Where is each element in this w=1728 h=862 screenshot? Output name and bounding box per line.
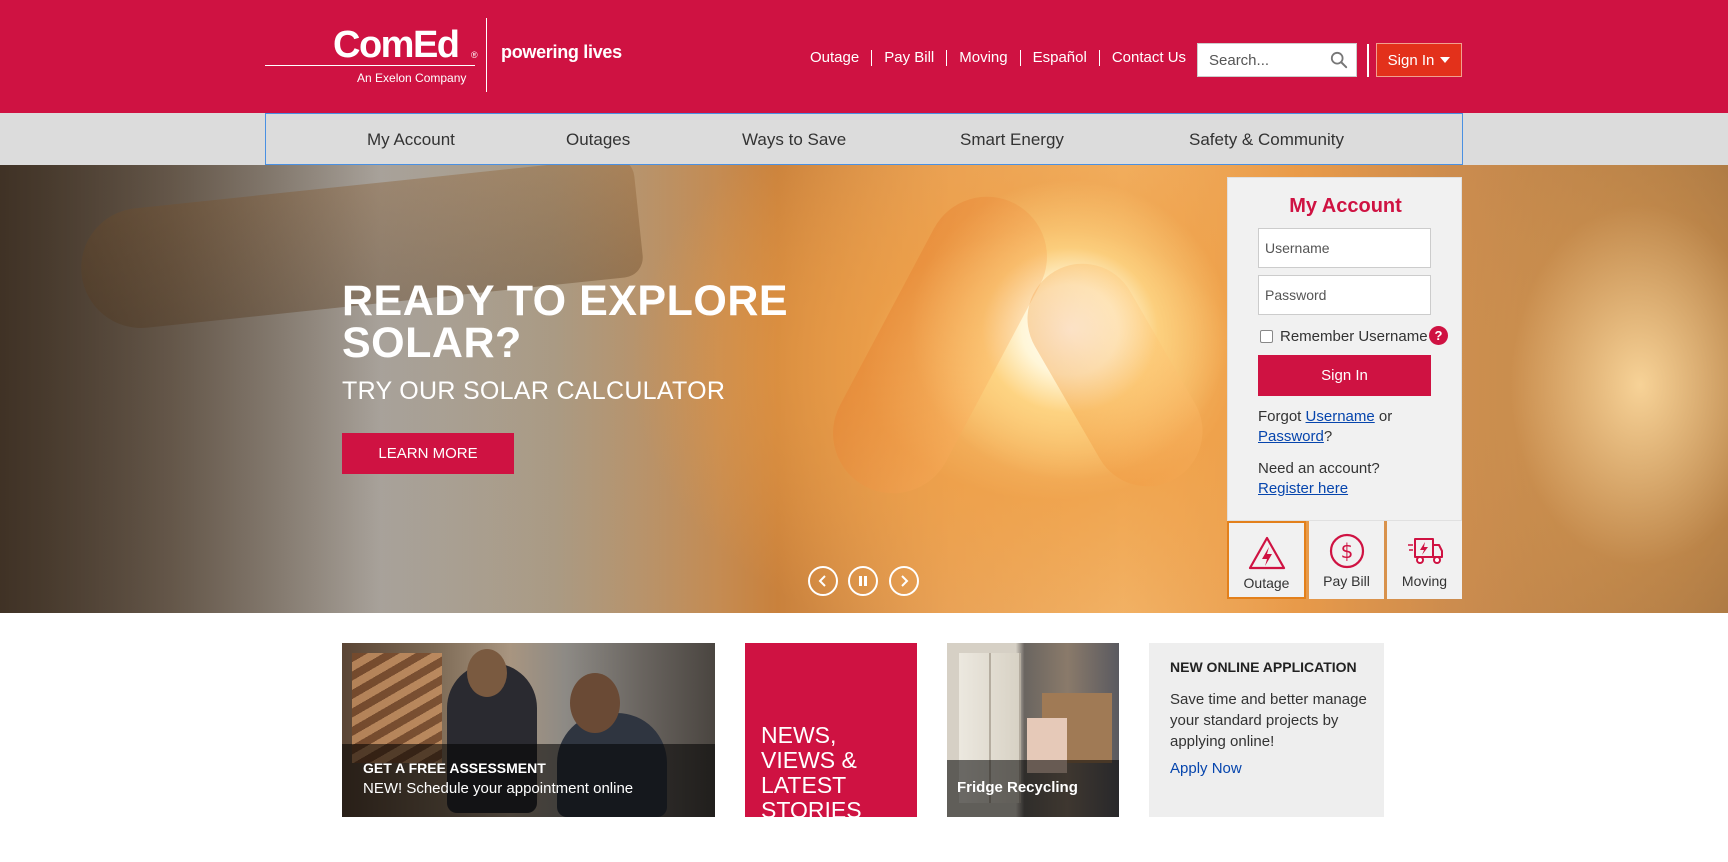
forgot-or: or xyxy=(1378,408,1393,425)
username-field[interactable] xyxy=(1258,228,1431,268)
card-free-assessment[interactable]: GET A FREE ASSESSMENT NEW! Schedule your… xyxy=(342,643,715,817)
hero-image-thumb xyxy=(1007,243,1223,507)
login-title: My Account xyxy=(1289,195,1402,217)
search-icon[interactable] xyxy=(1330,51,1348,69)
utility-link-pay-bill[interactable]: Pay Bill xyxy=(872,50,948,66)
remember-username-label: Remember Username xyxy=(1280,328,1428,345)
utility-link-outage[interactable]: Outage xyxy=(800,50,873,66)
login-panel: My Account Remember Username ? Sign In F… xyxy=(1227,177,1462,521)
logo-divider xyxy=(486,18,487,92)
card-application-body: Save time and better manage your standar… xyxy=(1170,691,1367,750)
quick-link-moving-label: Moving xyxy=(1401,573,1448,589)
pause-icon xyxy=(859,576,867,586)
main-nav: My Account Outages Ways to Save Smart En… xyxy=(0,113,1728,165)
site-header: ComEd ® An Exelon Company powering lives… xyxy=(0,0,1728,113)
nav-item-ways-to-save[interactable]: Ways to Save xyxy=(742,130,846,150)
card-assessment-subtitle: NEW! Schedule your appointment online xyxy=(363,780,634,797)
logo-subtitle: An Exelon Company xyxy=(357,71,467,85)
quick-link-moving[interactable]: Moving xyxy=(1387,521,1462,599)
card-fridge-recycling[interactable]: Fridge Recycling xyxy=(947,643,1119,817)
need-account-label: Need an account? xyxy=(1258,460,1380,477)
hero-banner: READY TO EXPLORE SOLAR? TRY OUR SOLAR CA… xyxy=(0,165,1728,613)
forgot-credentials-text: Forgot Username or Password? xyxy=(1258,407,1448,447)
forgot-password-link[interactable]: Password xyxy=(1258,428,1324,445)
search-input[interactable] xyxy=(1198,44,1318,76)
svg-text:$: $ xyxy=(1340,539,1353,563)
header-sign-in-button[interactable]: Sign In xyxy=(1376,43,1462,77)
nav-item-outages[interactable]: Outages xyxy=(566,130,630,150)
card-online-application: NEW ONLINE APPLICATION Save time and bet… xyxy=(1149,643,1384,817)
carousel-prev-button[interactable] xyxy=(808,566,838,596)
card-image-person-head xyxy=(570,673,620,733)
card-fridge-title: Fridge Recycling xyxy=(957,779,1078,796)
carousel-pause-button[interactable] xyxy=(848,566,878,596)
password-field[interactable] xyxy=(1258,275,1431,315)
forgot-suffix: ? xyxy=(1323,428,1333,445)
header-sign-in-label: Sign In xyxy=(1387,51,1435,69)
outage-warning-icon xyxy=(1248,536,1285,570)
dollar-icon: $ xyxy=(1329,533,1364,569)
remember-username-row: Remember Username xyxy=(1260,328,1428,345)
card-application-title: NEW ONLINE APPLICATION xyxy=(1170,659,1357,675)
forgot-prefix: Forgot xyxy=(1258,408,1302,425)
utility-link-espanol[interactable]: Español xyxy=(1021,50,1100,66)
apply-now-link[interactable]: Apply Now xyxy=(1170,760,1242,777)
help-icon[interactable]: ? xyxy=(1429,326,1448,345)
truck-icon xyxy=(1407,538,1443,564)
header-separator xyxy=(1367,44,1369,77)
search-box xyxy=(1197,43,1357,77)
hero-title: READY TO EXPLORE SOLAR? xyxy=(342,277,789,367)
quick-link-pay-bill[interactable]: $ Pay Bill xyxy=(1309,521,1384,599)
main-nav-inner: My Account Outages Ways to Save Smart En… xyxy=(265,113,1463,165)
hero-image-finger xyxy=(811,175,1069,515)
nav-item-safety-community[interactable]: Safety & Community xyxy=(1189,130,1344,150)
utility-link-moving[interactable]: Moving xyxy=(947,50,1021,66)
quick-link-outage-label: Outage xyxy=(1243,575,1290,591)
tagline: powering lives xyxy=(501,42,622,62)
utility-nav: Outage Pay Bill Moving Español Contact U… xyxy=(800,50,1198,66)
need-account-text: Need an account? Register here xyxy=(1258,459,1380,499)
quick-link-outage[interactable]: Outage xyxy=(1227,521,1306,599)
remember-username-checkbox[interactable] xyxy=(1260,330,1273,343)
card-image-person-head xyxy=(467,649,507,697)
comed-logo[interactable]: ComEd ® An Exelon Company xyxy=(265,18,485,93)
logo-wordmark: ComEd xyxy=(333,24,460,66)
nav-item-smart-energy[interactable]: Smart Energy xyxy=(960,130,1064,150)
card-news-title: NEWS, VIEWS & LATEST STORIES xyxy=(761,722,862,818)
quick-link-pay-bill-label: Pay Bill xyxy=(1323,573,1370,589)
register-link[interactable]: Register here xyxy=(1258,480,1348,497)
hero-subtitle: TRY OUR SOLAR CALCULATOR xyxy=(342,377,726,405)
utility-link-contact-us[interactable]: Contact Us xyxy=(1100,50,1198,66)
carousel-next-button[interactable] xyxy=(889,566,919,596)
learn-more-button[interactable]: LEARN MORE xyxy=(342,433,514,474)
login-sign-in-button[interactable]: Sign In xyxy=(1258,355,1431,396)
card-assessment-title: GET A FREE ASSESSMENT xyxy=(363,760,546,776)
card-news[interactable]: NEWS, VIEWS & LATEST STORIES xyxy=(745,643,917,817)
chevron-right-icon xyxy=(901,575,909,587)
nav-item-my-account[interactable]: My Account xyxy=(367,130,455,150)
logo-registered-mark: ® xyxy=(471,50,478,60)
forgot-username-link[interactable]: Username xyxy=(1306,408,1375,425)
caret-down-icon xyxy=(1440,57,1451,63)
quick-links: Outage $ Pay Bill Moving xyxy=(1227,521,1462,599)
logo-underline xyxy=(265,65,475,66)
chevron-left-icon xyxy=(818,575,826,587)
